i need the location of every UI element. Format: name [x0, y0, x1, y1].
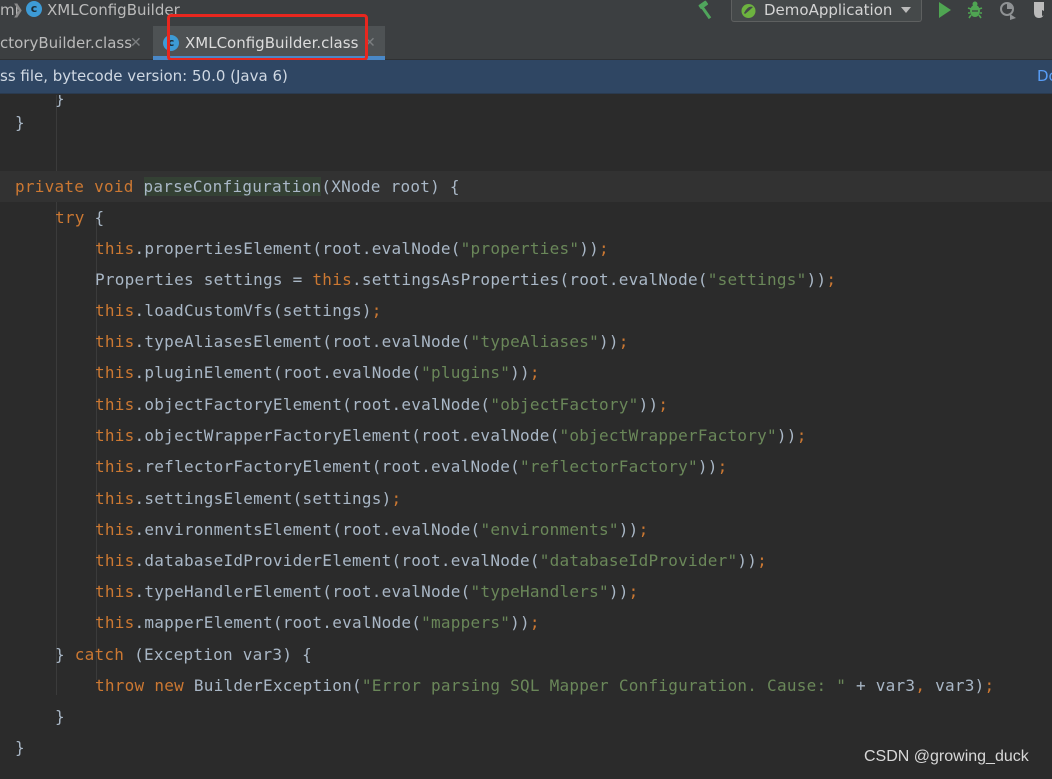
code-line: }: [55, 707, 65, 726]
code-line: this.pluginElement(root.evalNode("plugin…: [95, 363, 540, 382]
code-line: this.typeHandlerElement(root.evalNode("t…: [95, 582, 639, 601]
decompiled-class-banner: ss file, bytecode version: 50.0 (Java 6)…: [0, 60, 1052, 94]
run-with-coverage-icon[interactable]: [998, 0, 1018, 20]
watermark-text: CSDN @growing_duck: [864, 748, 1029, 765]
highlight-annotation-box: [167, 14, 368, 61]
code-line: this.propertiesElement(root.evalNode("pr…: [95, 239, 609, 258]
chevron-down-icon: [901, 7, 911, 13]
navigation-bar: ml ❯ c XMLConfigBuilder DemoApplication: [0, 0, 1052, 26]
editor-tab-bar: ctoryBuilder.class ✕ c XMLConfigBuilder.…: [0, 26, 1052, 60]
code-line-current: private void parseConfiguration(XNode ro…: [0, 171, 1052, 202]
build-hammer-icon[interactable]: [696, 0, 716, 20]
code-editor[interactable]: } } private void parseConfiguration(XNod…: [0, 95, 1052, 779]
breadcrumb-separator-icon: ❯: [12, 2, 24, 18]
debug-bug-icon[interactable]: [965, 0, 985, 20]
tab-label: ctoryBuilder.class: [0, 34, 133, 52]
code-line: this.objectFactoryElement(root.evalNode(…: [95, 395, 669, 414]
code-line: }: [15, 738, 25, 757]
banner-message: ss file, bytecode version: 50.0 (Java 6): [0, 67, 288, 85]
breadcrumb-current[interactable]: XMLConfigBuilder: [47, 0, 180, 20]
code-line: this.objectWrapperFactoryElement(root.ev…: [95, 426, 807, 445]
code-line: } catch (Exception var3) {: [55, 645, 312, 664]
method-name-highlight: parseConfiguration: [143, 177, 322, 196]
code-line: }: [15, 113, 25, 132]
code-line: this.settingsElement(settings);: [95, 489, 402, 508]
profiler-icon[interactable]: [1030, 0, 1050, 20]
code-line: Properties settings = this.settingsAsPro…: [95, 270, 837, 289]
code-line: this.environmentsElement(root.evalNode("…: [95, 520, 649, 539]
close-icon[interactable]: ✕: [130, 26, 142, 60]
run-configuration-select[interactable]: DemoApplication: [731, 0, 922, 22]
code-line: this.typeAliasesElement(root.evalNode("t…: [95, 332, 629, 351]
code-line: throw new BuilderException("Error parsin…: [95, 676, 995, 695]
code-line: this.databaseIdProviderElement(root.eval…: [95, 551, 768, 570]
spring-boot-icon: [741, 4, 756, 18]
code-line: }: [55, 95, 65, 108]
download-sources-link[interactable]: Do: [1037, 60, 1052, 92]
code-line: this.loadCustomVfs(settings);: [95, 301, 382, 320]
class-icon: c: [26, 1, 42, 17]
tab-sql-session-factory-builder[interactable]: ctoryBuilder.class ✕: [0, 26, 152, 60]
run-icon[interactable]: [935, 0, 955, 20]
run-configuration-label: DemoApplication: [764, 1, 893, 19]
code-line: try {: [55, 208, 105, 227]
code-line: this.mapperElement(root.evalNode("mapper…: [95, 613, 540, 632]
code-line: this.reflectorFactoryElement(root.evalNo…: [95, 457, 728, 476]
